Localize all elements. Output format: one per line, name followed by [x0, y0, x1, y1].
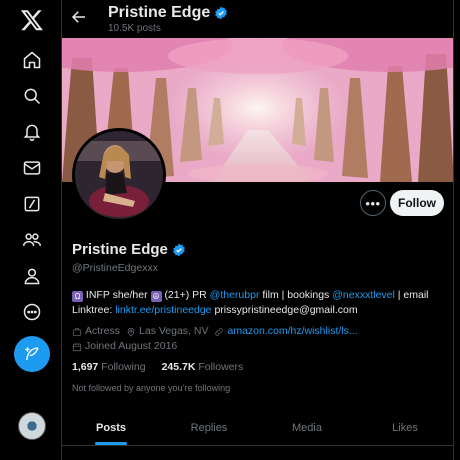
mention-link-therubpr[interactable]: @therubpr — [210, 289, 260, 301]
tab-replies[interactable]: Replies — [160, 410, 258, 445]
follow-stats: 1,697 Following 245.7K Followers — [72, 361, 243, 373]
communities-icon[interactable] — [14, 222, 50, 258]
joined-item: Joined August 2016 — [72, 339, 177, 354]
linktree-link[interactable]: linktr.ee/pristineedge — [115, 304, 211, 316]
verified-badge-icon — [214, 6, 228, 20]
followers-link[interactable]: 245.7K Followers — [162, 361, 244, 373]
profile-column: Pristine Edge 10.5K posts ••• Follow Pri… — [62, 0, 454, 460]
x-logo-icon[interactable] — [14, 2, 50, 38]
mention-link-nexxxtlevel[interactable]: @nexxxtlevel — [332, 289, 395, 301]
location-item: Las Vegas, NV — [126, 324, 208, 339]
briefcase-icon — [72, 327, 82, 336]
post-icon — [25, 347, 39, 361]
search-icon[interactable] — [14, 78, 50, 114]
back-arrow-icon[interactable] — [70, 8, 90, 28]
peace-emoji-icon: ☮ — [150, 291, 162, 302]
display-name: Pristine Edge — [72, 241, 186, 258]
following-link[interactable]: 1,697 Following — [72, 361, 146, 373]
header-name: Pristine Edge — [108, 4, 228, 22]
website-link[interactable]: amazon.com/hz/wishlist/ls... — [227, 324, 357, 339]
website-item[interactable]: amazon.com/hz/wishlist/ls... — [214, 324, 358, 339]
profile-header-bar: Pristine Edge 10.5K posts — [62, 0, 453, 38]
profile-meta: Actress Las Vegas, NV amazon.com/hz/wish… — [72, 324, 444, 354]
notifications-icon[interactable] — [14, 114, 50, 150]
profile-icon[interactable] — [14, 258, 50, 294]
category-item: Actress — [72, 324, 120, 339]
more-options-button[interactable]: ••• — [360, 190, 386, 216]
messages-icon[interactable] — [14, 150, 50, 186]
profile-bio: Ω INFP she/her ☮ (21+) PR @therubpr film… — [72, 289, 429, 316]
location-pin-icon — [127, 327, 135, 337]
bio-email: prissypristineedge@gmail.com — [214, 304, 358, 316]
grok-icon[interactable] — [14, 186, 50, 222]
omega-emoji-icon: Ω — [72, 291, 83, 302]
not-followed-note: Not followed by anyone you’re following — [72, 383, 231, 393]
profile-avatar[interactable] — [72, 128, 166, 222]
link-icon — [215, 327, 224, 336]
tab-media[interactable]: Media — [258, 410, 356, 445]
left-nav — [0, 0, 62, 460]
user-handle: @PristineEdgexxx — [72, 262, 158, 274]
account-avatar[interactable] — [18, 412, 46, 440]
verified-badge-icon — [172, 243, 186, 257]
profile-tabs: Posts Replies Media Likes — [62, 410, 453, 446]
calendar-icon — [72, 342, 82, 351]
follow-button[interactable]: Follow — [390, 190, 444, 216]
tab-likes[interactable]: Likes — [356, 410, 453, 445]
post-button[interactable] — [14, 336, 50, 372]
posts-count: 10.5K posts — [108, 23, 161, 34]
more-icon[interactable] — [14, 294, 50, 330]
home-icon[interactable] — [14, 42, 50, 78]
tab-posts[interactable]: Posts — [62, 410, 160, 445]
